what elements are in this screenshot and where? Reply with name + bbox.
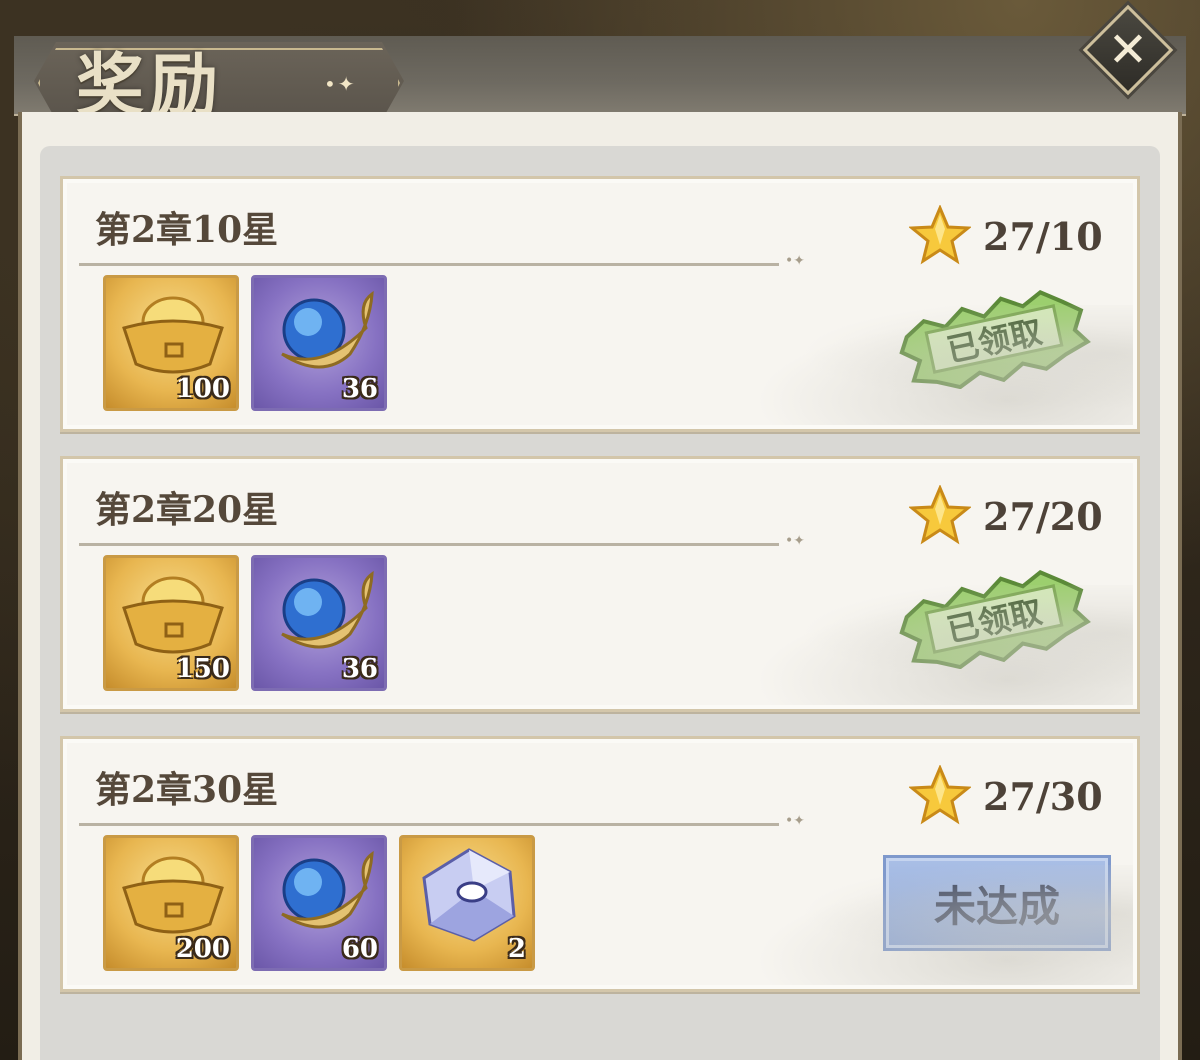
star-progress: 27/20	[909, 485, 1103, 547]
reward-card: 第2章30星 •✦ 27/30 200 60 2 未达成	[60, 736, 1140, 992]
blue-orb-icon	[281, 290, 374, 369]
star-icon	[909, 765, 971, 825]
divider-dots-icon: •✦	[785, 253, 805, 269]
reward-card: 第2章20星 •✦ 27/20 150 36 已领取	[60, 456, 1140, 712]
divider	[79, 543, 779, 546]
item-count: 100	[175, 374, 230, 404]
item-count: 200	[175, 934, 230, 964]
reward-item[interactable]: 36	[251, 555, 387, 691]
reward-title: 第2章30星	[95, 769, 279, 811]
reward-item[interactable]: 36	[251, 275, 387, 411]
item-count: 36	[341, 374, 378, 404]
close-button[interactable]: ✕	[1082, 4, 1174, 96]
star-icon	[909, 205, 971, 265]
divider-dots-icon: •✦	[785, 533, 805, 549]
reward-item[interactable]: 200	[103, 835, 239, 971]
reward-items: 100 36	[103, 275, 399, 411]
reward-item[interactable]: 150	[103, 555, 239, 691]
star-progress: 27/10	[909, 205, 1103, 267]
progress-text: 27/30	[983, 773, 1103, 819]
divider-dots-icon: •✦	[785, 813, 805, 829]
item-count: 2	[507, 934, 526, 964]
divider	[79, 823, 779, 826]
progress-text: 27/10	[983, 213, 1103, 259]
not-achieved-button[interactable]: 未达成	[883, 855, 1111, 951]
claimed-stamp: 已领取	[889, 289, 1099, 390]
divider	[79, 263, 779, 266]
reward-title: 第2章20星	[95, 489, 279, 531]
reward-item[interactable]: 100	[103, 275, 239, 411]
panel-header: 奖励 •✦	[14, 36, 1186, 126]
title-sparkle-icon: •✦	[324, 72, 357, 96]
close-icon: ✕	[1107, 22, 1149, 78]
progress-text: 27/20	[983, 493, 1103, 539]
reward-card: 第2章10星 •✦ 27/10 100 36 已领取	[60, 176, 1140, 432]
gold-ingot-icon	[122, 576, 224, 654]
blue-orb-icon	[281, 850, 374, 929]
reward-items: 150 36	[103, 555, 399, 691]
reward-item[interactable]: 2	[399, 835, 535, 971]
claimed-stamp: 已领取	[889, 569, 1099, 670]
reward-items: 200 60 2	[103, 835, 547, 971]
item-count: 150	[175, 654, 230, 684]
star-progress: 27/30	[909, 765, 1103, 827]
reward-title: 第2章10星	[95, 209, 279, 251]
gold-ingot-icon	[122, 856, 224, 934]
item-count: 36	[341, 654, 378, 684]
star-icon	[909, 485, 971, 545]
crystal-icon	[422, 848, 516, 942]
blue-orb-icon	[281, 570, 374, 649]
reward-item[interactable]: 60	[251, 835, 387, 971]
gold-ingot-icon	[122, 296, 224, 374]
item-count: 60	[341, 934, 378, 964]
